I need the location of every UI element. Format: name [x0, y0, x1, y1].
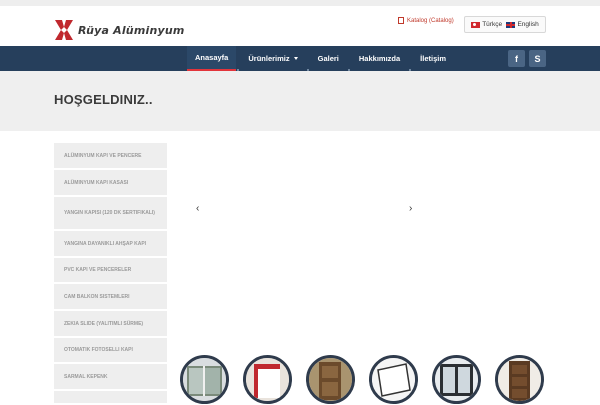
- brand-name: Rüya Alüminyum: [78, 23, 185, 37]
- language-option-turkish[interactable]: Türkçe: [471, 21, 502, 28]
- nav-item-contact[interactable]: İletişim: [412, 46, 454, 71]
- sidebar-item-fire-resistant-wood-door[interactable]: YANGINA DAYANIKLI AHŞAP KAPI: [54, 231, 167, 258]
- sidebar-item-pvc-door-window[interactable]: PVC KAPI VE PENCERELER: [54, 258, 167, 284]
- slider-prev-button[interactable]: ‹: [196, 203, 199, 214]
- sidebar-item-zekia-slide[interactable]: ZEKIA SLIDE (YALITIMLI SÜRME): [54, 311, 167, 338]
- pdf-icon: [398, 17, 404, 24]
- sidebar-item-more[interactable]: [54, 391, 167, 405]
- nav-item-gallery[interactable]: Galeri: [310, 46, 347, 71]
- uk-flag-icon: [506, 21, 516, 28]
- sidebar-item-aluminum-door-window[interactable]: ALÜMINYUM KAPI VE PENCERE: [54, 143, 167, 170]
- language-label: Türkçe: [482, 21, 503, 28]
- catalog-link[interactable]: Katalog (Catalog): [398, 17, 454, 24]
- skype-icon[interactable]: S: [529, 50, 546, 67]
- product-thumb-window-system[interactable]: [432, 355, 481, 404]
- catalog-label: Katalog (Catalog): [407, 17, 454, 24]
- logo-mark-icon: [55, 20, 73, 40]
- language-label: English: [517, 21, 539, 28]
- nav-item-home[interactable]: Anasayfa: [187, 46, 237, 71]
- language-option-english[interactable]: English: [506, 21, 539, 28]
- nav-item-about[interactable]: Hakkımızda: [351, 46, 408, 71]
- turkey-flag-icon: [471, 21, 481, 28]
- product-thumb-wooden-door[interactable]: [306, 355, 355, 404]
- product-thumb-sliding-door[interactable]: [180, 355, 229, 404]
- sidebar-item-automatic-door[interactable]: OTOMATIK FOTOSELLI KAPI: [54, 338, 167, 364]
- page-title: HOŞGELDINIZ..: [54, 92, 153, 107]
- slider-next-button[interactable]: ›: [409, 203, 412, 214]
- language-switcher: Türkçe English: [464, 16, 546, 33]
- sidebar-item-rolling-shutter[interactable]: SARMAL KEPENK: [54, 364, 167, 391]
- nav-item-products[interactable]: Ürünlerimiz: [240, 46, 305, 71]
- facebook-icon[interactable]: f: [508, 50, 525, 67]
- product-thumbnails: [180, 355, 550, 405]
- sidebar-item-glass-balcony[interactable]: CAM BALKON SISTEMLERI: [54, 284, 167, 311]
- chevron-down-icon: [293, 57, 298, 60]
- product-thumb-glass-panel[interactable]: [369, 355, 418, 404]
- main-nav: Anasayfa Ürünlerimiz Galeri Hakkımızda İ…: [187, 46, 454, 71]
- product-thumb-steel-door[interactable]: [495, 355, 544, 404]
- sidebar-item-fire-door[interactable]: YANGIN KAPISI (120 DK SERTIFIKALI): [54, 197, 167, 231]
- sidebar-item-aluminum-door-frame[interactable]: ALÜMINYUM KAPI KASASI: [54, 170, 167, 197]
- brand-logo[interactable]: Rüya Alüminyum: [53, 17, 185, 43]
- product-thumb-door-frame[interactable]: [243, 355, 292, 404]
- product-category-sidebar: ALÜMINYUM KAPI VE PENCERE ALÜMINYUM KAPI…: [54, 143, 167, 405]
